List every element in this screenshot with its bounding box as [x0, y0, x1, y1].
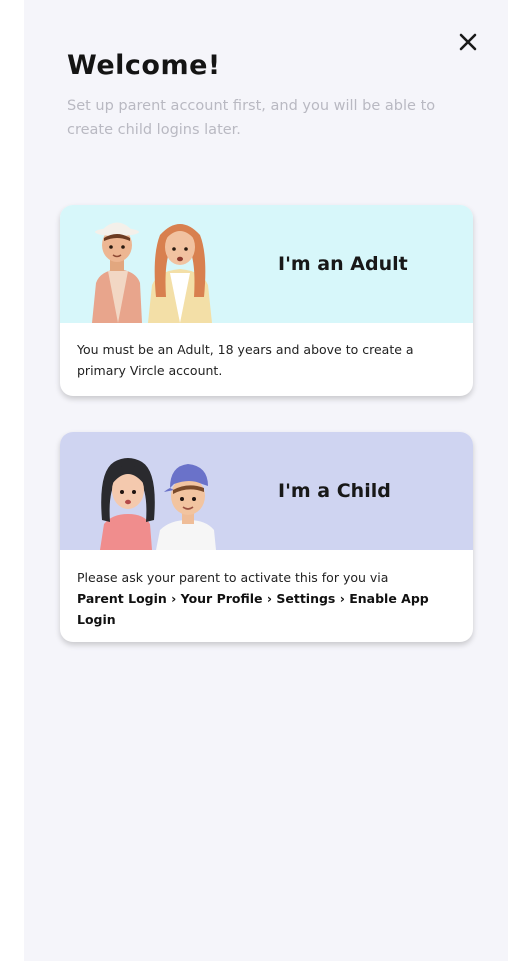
- child-description-prefix: Please ask your parent to activate this …: [77, 570, 389, 585]
- page-subtitle: Set up parent account first, and you wil…: [67, 98, 436, 138]
- child-option-card[interactable]: I'm a Child Please ask your parent to ac…: [60, 432, 473, 642]
- close-icon: [459, 33, 477, 51]
- welcome-screen: Welcome! Set up parent account first, an…: [24, 0, 508, 961]
- close-button[interactable]: [454, 28, 482, 56]
- adult-option-card[interactable]: I'm an Adult You must be an Adult, 18 ye…: [60, 205, 473, 396]
- page-title: Welcome!: [67, 50, 221, 81]
- adult-couple-illustration: [92, 222, 212, 323]
- child-heading: I'm a Child: [278, 480, 391, 502]
- child-activation-path: Parent Login › Your Profile › Settings ›…: [77, 591, 429, 627]
- adult-heading: I'm an Adult: [278, 253, 408, 275]
- children-illustration: [100, 458, 216, 550]
- child-description: Please ask your parent to activate this …: [77, 567, 462, 630]
- adult-card-banner: I'm an Adult: [60, 205, 473, 323]
- child-card-banner: I'm a Child: [60, 432, 473, 550]
- adult-description: You must be an Adult, 18 years and above…: [77, 342, 414, 378]
